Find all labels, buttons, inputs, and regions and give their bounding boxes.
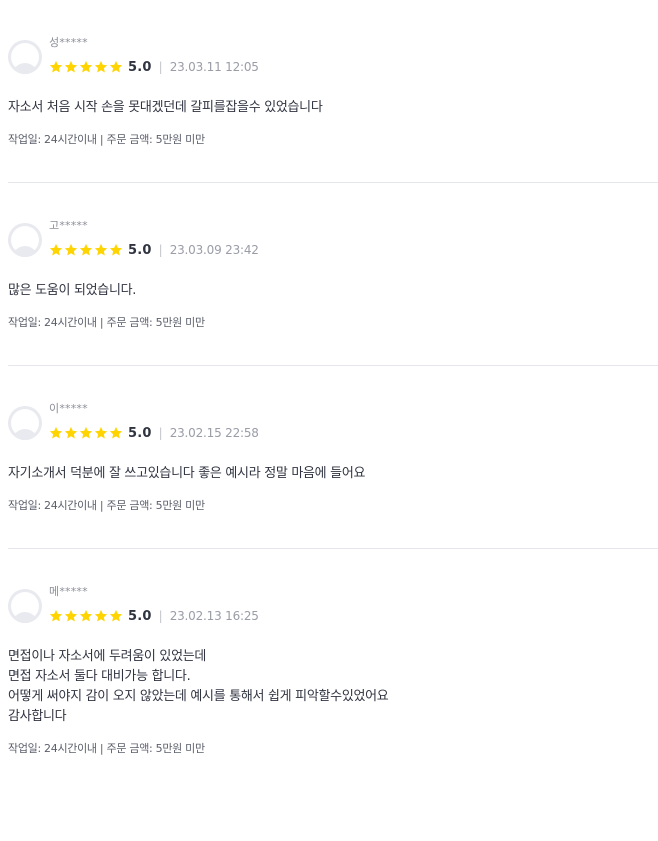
avatar <box>8 589 42 623</box>
star-icon <box>64 60 78 73</box>
star-icon <box>94 609 108 622</box>
star-rating <box>49 609 124 623</box>
separator: | <box>158 426 163 440</box>
rating-score: 5.0 <box>128 242 152 258</box>
review-meta: 작업일: 24시간이내 | 주문 금액: 5만원 미만 <box>8 316 205 329</box>
star-icon <box>49 60 63 73</box>
review-date: 23.02.15 22:58 <box>169 426 259 440</box>
star-rating <box>49 426 124 440</box>
default-user-icon <box>8 589 42 623</box>
star-icon <box>64 426 78 439</box>
review-date: 23.03.09 23:42 <box>169 243 259 257</box>
star-icon <box>109 426 123 439</box>
review-header: 이***** 5.0 | 23.02.15 22:58 <box>8 400 658 450</box>
review-meta: 작업일: 24시간이내 | 주문 금액: 5만원 미만 <box>8 742 205 755</box>
separator: | <box>158 609 163 623</box>
star-icon <box>49 426 63 439</box>
avatar <box>8 40 42 74</box>
review-item: 메***** 5.0 | 23.02.13 16:25 면접이나 자소서에 두려… <box>8 549 658 766</box>
star-icon <box>109 60 123 73</box>
review-item: 이***** 5.0 | 23.02.15 22:58 자기소개서 덕분에 잘 … <box>8 366 658 549</box>
default-user-icon <box>8 223 42 257</box>
separator: | <box>158 243 163 257</box>
star-icon <box>79 60 93 73</box>
review-meta: 작업일: 24시간이내 | 주문 금액: 5만원 미만 <box>8 499 205 512</box>
star-icon <box>94 243 108 256</box>
rating-score: 5.0 <box>128 608 152 624</box>
star-icon <box>49 609 63 622</box>
review-meta: 작업일: 24시간이내 | 주문 금액: 5만원 미만 <box>8 133 205 146</box>
star-icon <box>64 609 78 622</box>
reviewer-nickname: 이***** <box>49 402 88 415</box>
rating-row: 5.0 | 23.02.15 22:58 <box>49 424 259 442</box>
review-date: 23.02.13 16:25 <box>169 609 259 623</box>
reviewer-nickname: 성***** <box>49 36 88 49</box>
avatar <box>8 406 42 440</box>
review-date: 23.03.11 12:05 <box>169 60 259 74</box>
review-item: 고***** 5.0 | 23.03.09 23:42 많은 도움이 되었습니다… <box>8 183 658 366</box>
star-icon <box>49 243 63 256</box>
rating-row: 5.0 | 23.03.09 23:42 <box>49 241 259 259</box>
star-icon <box>79 243 93 256</box>
avatar <box>8 223 42 257</box>
star-icon <box>64 243 78 256</box>
review-header: 고***** 5.0 | 23.03.09 23:42 <box>8 217 658 267</box>
reviewer-nickname: 고***** <box>49 219 88 232</box>
star-icon <box>79 426 93 439</box>
star-rating <box>49 243 124 257</box>
review-list: 성***** 5.0 | 23.03.11 12:05 자소서 처음 시작 손을… <box>0 0 658 766</box>
review-header: 성***** 5.0 | 23.03.11 12:05 <box>8 34 658 84</box>
star-icon <box>94 426 108 439</box>
star-icon <box>109 609 123 622</box>
default-user-icon <box>8 40 42 74</box>
review-text: 많은 도움이 되었습니다. <box>8 283 137 298</box>
star-icon <box>79 609 93 622</box>
review-item: 성***** 5.0 | 23.03.11 12:05 자소서 처음 시작 손을… <box>8 0 658 183</box>
review-text: 자소서 처음 시작 손을 못대겠던데 갈피를잡을수 있었습니다 <box>8 100 323 115</box>
reviewer-nickname: 메***** <box>49 585 88 598</box>
rating-row: 5.0 | 23.02.13 16:25 <box>49 607 259 625</box>
review-text: 면접이나 자소서에 두려움이 있었는데 면접 자소서 둘다 대비가능 합니다. … <box>8 649 389 724</box>
separator: | <box>158 60 163 74</box>
star-rating <box>49 60 124 74</box>
star-icon <box>109 243 123 256</box>
rating-score: 5.0 <box>128 59 152 75</box>
review-text: 자기소개서 덕분에 잘 쓰고있습니다 좋은 예시라 정말 마음에 들어요 <box>8 466 366 481</box>
default-user-icon <box>8 406 42 440</box>
star-icon <box>94 60 108 73</box>
rating-row: 5.0 | 23.03.11 12:05 <box>49 58 259 76</box>
review-header: 메***** 5.0 | 23.02.13 16:25 <box>8 583 658 633</box>
rating-score: 5.0 <box>128 425 152 441</box>
